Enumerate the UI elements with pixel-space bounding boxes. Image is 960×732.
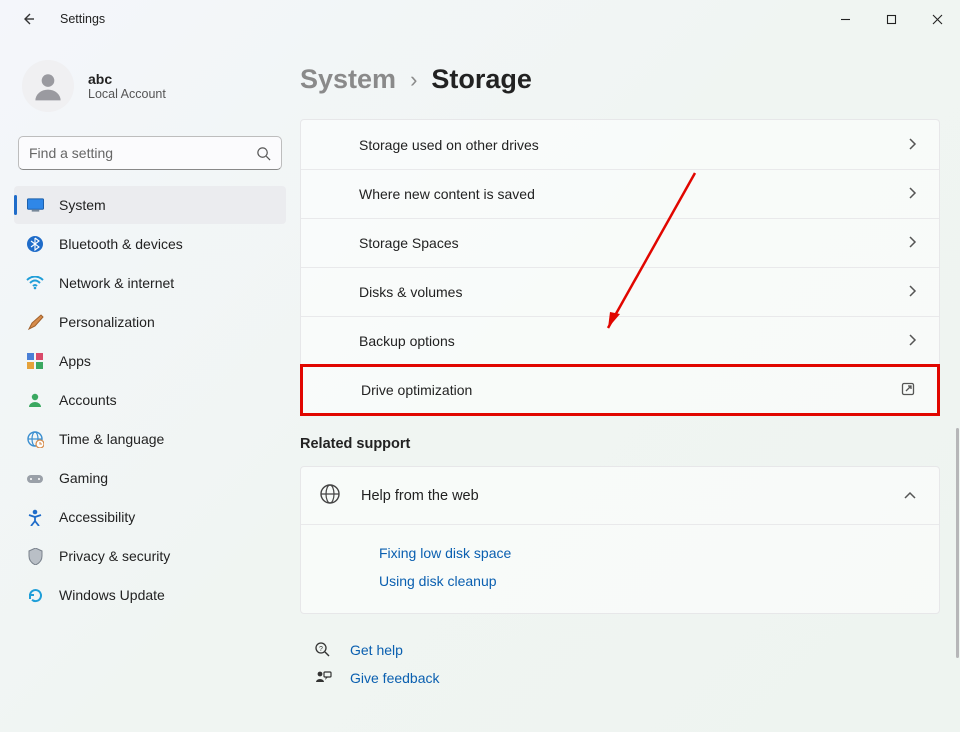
help-link-disk-cleanup[interactable]: Using disk cleanup	[379, 567, 917, 595]
chevron-right-icon	[907, 137, 917, 153]
sidebar-item-label: Windows Update	[59, 587, 165, 603]
content: abc Local Account System Bluetooth & dev…	[0, 38, 960, 732]
sidebar-item-apps[interactable]: Apps	[14, 342, 286, 380]
page-title: Storage	[431, 64, 532, 95]
settings-window: Settings abc Local Account	[0, 0, 960, 732]
svg-text:?: ?	[319, 646, 323, 653]
get-help-link[interactable]: ? Get help	[300, 636, 940, 664]
row-storage-spaces[interactable]: Storage Spaces	[301, 218, 939, 267]
sidebar-item-accessibility[interactable]: Accessibility	[14, 498, 286, 536]
help-card-body: Fixing low disk space Using disk cleanup	[301, 525, 939, 613]
row-label: Storage Spaces	[359, 235, 459, 251]
row-label: Drive optimization	[361, 382, 472, 398]
sidebar-item-personalization[interactable]: Personalization	[14, 303, 286, 341]
give-feedback-link[interactable]: Give feedback	[300, 664, 940, 692]
breadcrumb-parent[interactable]: System	[300, 64, 396, 95]
nav: System Bluetooth & devices Network & int…	[14, 186, 286, 614]
sidebar-item-label: Gaming	[59, 470, 108, 486]
row-label: Where new content is saved	[359, 186, 535, 202]
search-box[interactable]	[18, 136, 282, 170]
main: System › Storage Storage used on other d…	[300, 38, 960, 732]
globe-clock-icon	[26, 430, 44, 448]
sidebar-item-network[interactable]: Network & internet	[14, 264, 286, 302]
sidebar-item-update[interactable]: Windows Update	[14, 576, 286, 614]
sidebar-item-system[interactable]: System	[14, 186, 286, 224]
related-support-title: Related support	[300, 436, 940, 452]
feedback-icon	[314, 669, 332, 687]
maximize-button[interactable]	[868, 3, 914, 35]
help-card-title: Help from the web	[361, 488, 479, 504]
chevron-right-icon	[907, 284, 917, 300]
sidebar-item-label: Time & language	[59, 431, 164, 447]
sidebar-item-label: Bluetooth & devices	[59, 236, 183, 252]
titlebar: Settings	[0, 0, 960, 38]
row-disks-volumes[interactable]: Disks & volumes	[301, 267, 939, 316]
close-button[interactable]	[914, 3, 960, 35]
row-where-saved[interactable]: Where new content is saved	[301, 169, 939, 218]
window-controls	[822, 3, 960, 35]
sidebar-item-bluetooth[interactable]: Bluetooth & devices	[14, 225, 286, 263]
sidebar-item-accounts[interactable]: Accounts	[14, 381, 286, 419]
row-label: Disks & volumes	[359, 284, 462, 300]
chevron-right-icon	[907, 235, 917, 251]
help-card-header[interactable]: Help from the web	[301, 467, 939, 525]
back-button[interactable]	[12, 3, 44, 35]
web-help-icon	[319, 483, 341, 509]
help-link-low-disk-space[interactable]: Fixing low disk space	[379, 539, 917, 567]
sidebar-item-label: Personalization	[59, 314, 155, 330]
accessibility-icon	[26, 508, 44, 526]
bluetooth-icon	[26, 235, 44, 253]
avatar-icon	[30, 68, 66, 104]
maximize-icon	[886, 14, 897, 25]
footer-link-label: Give feedback	[350, 670, 440, 686]
minimize-button[interactable]	[822, 3, 868, 35]
chevron-right-icon	[907, 333, 917, 349]
external-link-icon	[901, 382, 915, 399]
search-input[interactable]	[29, 145, 256, 161]
sidebar-item-privacy[interactable]: Privacy & security	[14, 537, 286, 575]
wifi-icon	[26, 274, 44, 292]
row-label: Backup options	[359, 333, 455, 349]
sidebar-item-label: System	[59, 197, 106, 213]
user-name: abc	[88, 71, 166, 87]
sidebar-item-label: Network & internet	[59, 275, 174, 291]
row-drive-optimization[interactable]: Drive optimization	[300, 364, 940, 416]
help-icon: ?	[314, 641, 332, 659]
storage-panel: Storage used on other drives Where new c…	[300, 119, 940, 416]
row-storage-other-drives[interactable]: Storage used on other drives	[301, 120, 939, 169]
chevron-right-icon: ›	[410, 67, 417, 93]
shield-icon	[26, 547, 44, 565]
breadcrumb: System › Storage	[300, 64, 940, 95]
person-icon	[26, 391, 44, 409]
minimize-icon	[840, 14, 851, 25]
monitor-icon	[26, 196, 44, 214]
arrow-left-icon	[20, 11, 36, 27]
sidebar-item-label: Privacy & security	[59, 548, 170, 564]
help-card: Help from the web Fixing low disk space …	[300, 466, 940, 614]
sidebar-item-gaming[interactable]: Gaming	[14, 459, 286, 497]
sidebar: abc Local Account System Bluetooth & dev…	[0, 38, 300, 732]
brush-icon	[26, 313, 44, 331]
sidebar-item-time-language[interactable]: Time & language	[14, 420, 286, 458]
avatar	[22, 60, 74, 112]
gamepad-icon	[26, 469, 44, 487]
user-block[interactable]: abc Local Account	[14, 48, 286, 124]
app-title: Settings	[60, 12, 105, 26]
chevron-up-icon	[903, 488, 917, 504]
apps-icon	[26, 352, 44, 370]
scrollbar[interactable]	[956, 428, 959, 658]
titlebar-left: Settings	[12, 3, 105, 35]
sidebar-item-label: Accessibility	[59, 509, 135, 525]
row-label: Storage used on other drives	[359, 137, 539, 153]
user-subtitle: Local Account	[88, 87, 166, 101]
sidebar-item-label: Apps	[59, 353, 91, 369]
update-icon	[26, 586, 44, 604]
close-icon	[932, 14, 943, 25]
chevron-right-icon	[907, 186, 917, 202]
sidebar-item-label: Accounts	[59, 392, 117, 408]
user-text: abc Local Account	[88, 71, 166, 101]
row-backup-options[interactable]: Backup options	[301, 316, 939, 365]
search-icon	[256, 146, 271, 161]
footer-link-label: Get help	[350, 642, 403, 658]
